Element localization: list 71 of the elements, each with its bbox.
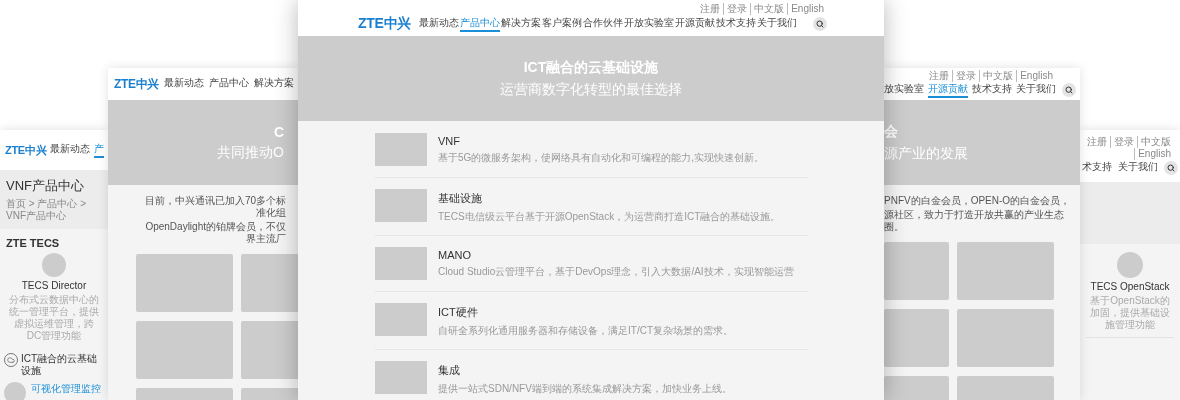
nav-item[interactable]: 解决方案 <box>500 16 541 32</box>
header-link[interactable]: 中文版 <box>979 70 1017 82</box>
search-button[interactable] <box>813 17 827 31</box>
section-title: ZTE TECS <box>6 237 61 249</box>
product-title: 基础设施 <box>438 191 483 206</box>
search-button[interactable] <box>1164 161 1178 175</box>
product-title: ICT硬件 <box>438 305 479 320</box>
breadcrumb: 首页 > 产品中心 > VNF产品中心 <box>6 198 87 222</box>
image-placeholder <box>42 253 66 277</box>
nav-item[interactable]: 最新动态 <box>164 76 205 92</box>
nav-item[interactable]: 技术支持 <box>715 16 756 32</box>
nav-item[interactable]: 产品中心 <box>209 76 250 92</box>
intro-text: 目前，中兴通讯已加入70多个标准化组 <box>143 195 286 219</box>
nav-item[interactable]: 最新动态 <box>50 142 91 158</box>
product-title: MANO <box>438 249 472 261</box>
product-title: VNF <box>438 135 461 147</box>
product-description: Cloud Studio云管理平台，基于DevOps理念，引入大数据/AI技术，实现智能运营 <box>438 265 794 279</box>
nav-item[interactable]: 关于我们 <box>756 16 797 32</box>
header-link[interactable]: English <box>1016 70 1056 82</box>
nav-item[interactable]: 放实验室 <box>884 82 924 98</box>
image-placeholder <box>375 133 427 166</box>
image-placeholder <box>375 189 427 222</box>
logo: ZTE中兴 <box>358 15 411 33</box>
header-link[interactable]: English <box>1134 148 1174 160</box>
nav-item[interactable]: 关于我们 <box>1016 82 1056 98</box>
product-name: TECS Director <box>21 280 87 291</box>
image-placeholder <box>4 382 26 400</box>
nav-item[interactable]: 关于我们 <box>1118 160 1158 176</box>
product-description: 基于OpenStack的加固，提供基础设施管理功能 <box>1089 295 1171 331</box>
nav-item[interactable]: 术支持 <box>1082 160 1112 176</box>
nav-item[interactable]: 产品中心 <box>459 16 500 32</box>
nav-item[interactable]: 解决方案 <box>254 76 295 92</box>
nav-item[interactable]: 开放实验室 <box>623 16 674 32</box>
search-icon <box>1065 86 1073 94</box>
nav-item[interactable]: 最新动态 <box>418 16 459 32</box>
search-icon <box>816 20 824 28</box>
search-button[interactable] <box>1062 83 1076 97</box>
nav-item[interactable]: 开源贡献 <box>928 82 968 98</box>
product-name: TECS OpenStack <box>1090 281 1170 292</box>
logo: ZTE中兴 <box>114 75 160 93</box>
header-link[interactable]: 注册 <box>926 70 953 82</box>
image-placeholder <box>1117 252 1143 278</box>
nav-item[interactable]: 开源贡献 <box>674 16 715 32</box>
category-title: ICT融合的云基础设施 <box>21 353 99 377</box>
header-link[interactable]: 登录 <box>723 3 751 15</box>
nav-item[interactable]: 技术支持 <box>972 82 1012 98</box>
nav-item[interactable]: 客户案例 <box>541 16 582 32</box>
header-link[interactable]: 中文版 <box>1137 136 1174 148</box>
image-placeholder <box>884 309 949 367</box>
image-placeholder <box>884 242 949 300</box>
header-link[interactable]: 登录 <box>1110 136 1137 148</box>
product-title: 集成 <box>438 363 461 378</box>
image-placeholder <box>375 361 427 394</box>
product-description: 基于5G的微服务架构，使网络具有自动化和可编程的能力,实现快速创新。 <box>438 151 765 165</box>
search-icon <box>1167 164 1175 172</box>
header-link[interactable]: 中文版 <box>750 3 788 15</box>
header-link[interactable]: English <box>787 3 827 15</box>
page-title: VNF产品中心 <box>6 177 85 195</box>
image-placeholder <box>375 247 427 280</box>
header-link[interactable]: 登录 <box>952 70 980 82</box>
nav-item[interactable]: 产 <box>94 142 105 158</box>
header-link[interactable]: 注册 <box>1084 136 1110 148</box>
intro-text: OpenDaylight的铂牌会员，不仅界主流厂 <box>144 221 286 245</box>
product-description: 自研全系列化通用服务器和存储设备，满足IT/CT复杂场景的需求。 <box>438 324 733 338</box>
image-placeholder <box>375 303 427 336</box>
nav-item[interactable]: 合作伙伴 <box>582 16 623 32</box>
product-description: TECS电信级云平台基于开源OpenStack，为运营商打造ICT融合的基础设施。 <box>438 210 781 224</box>
logo: ZTE中兴 <box>5 142 47 158</box>
intro-text: 源社区，致力于打造开放共赢的产业生态圈。 <box>884 209 1065 233</box>
intro-text: PNFV的白金会员，OPEN-O的白金会员， <box>884 195 1071 207</box>
header-link[interactable]: 注册 <box>697 3 724 15</box>
